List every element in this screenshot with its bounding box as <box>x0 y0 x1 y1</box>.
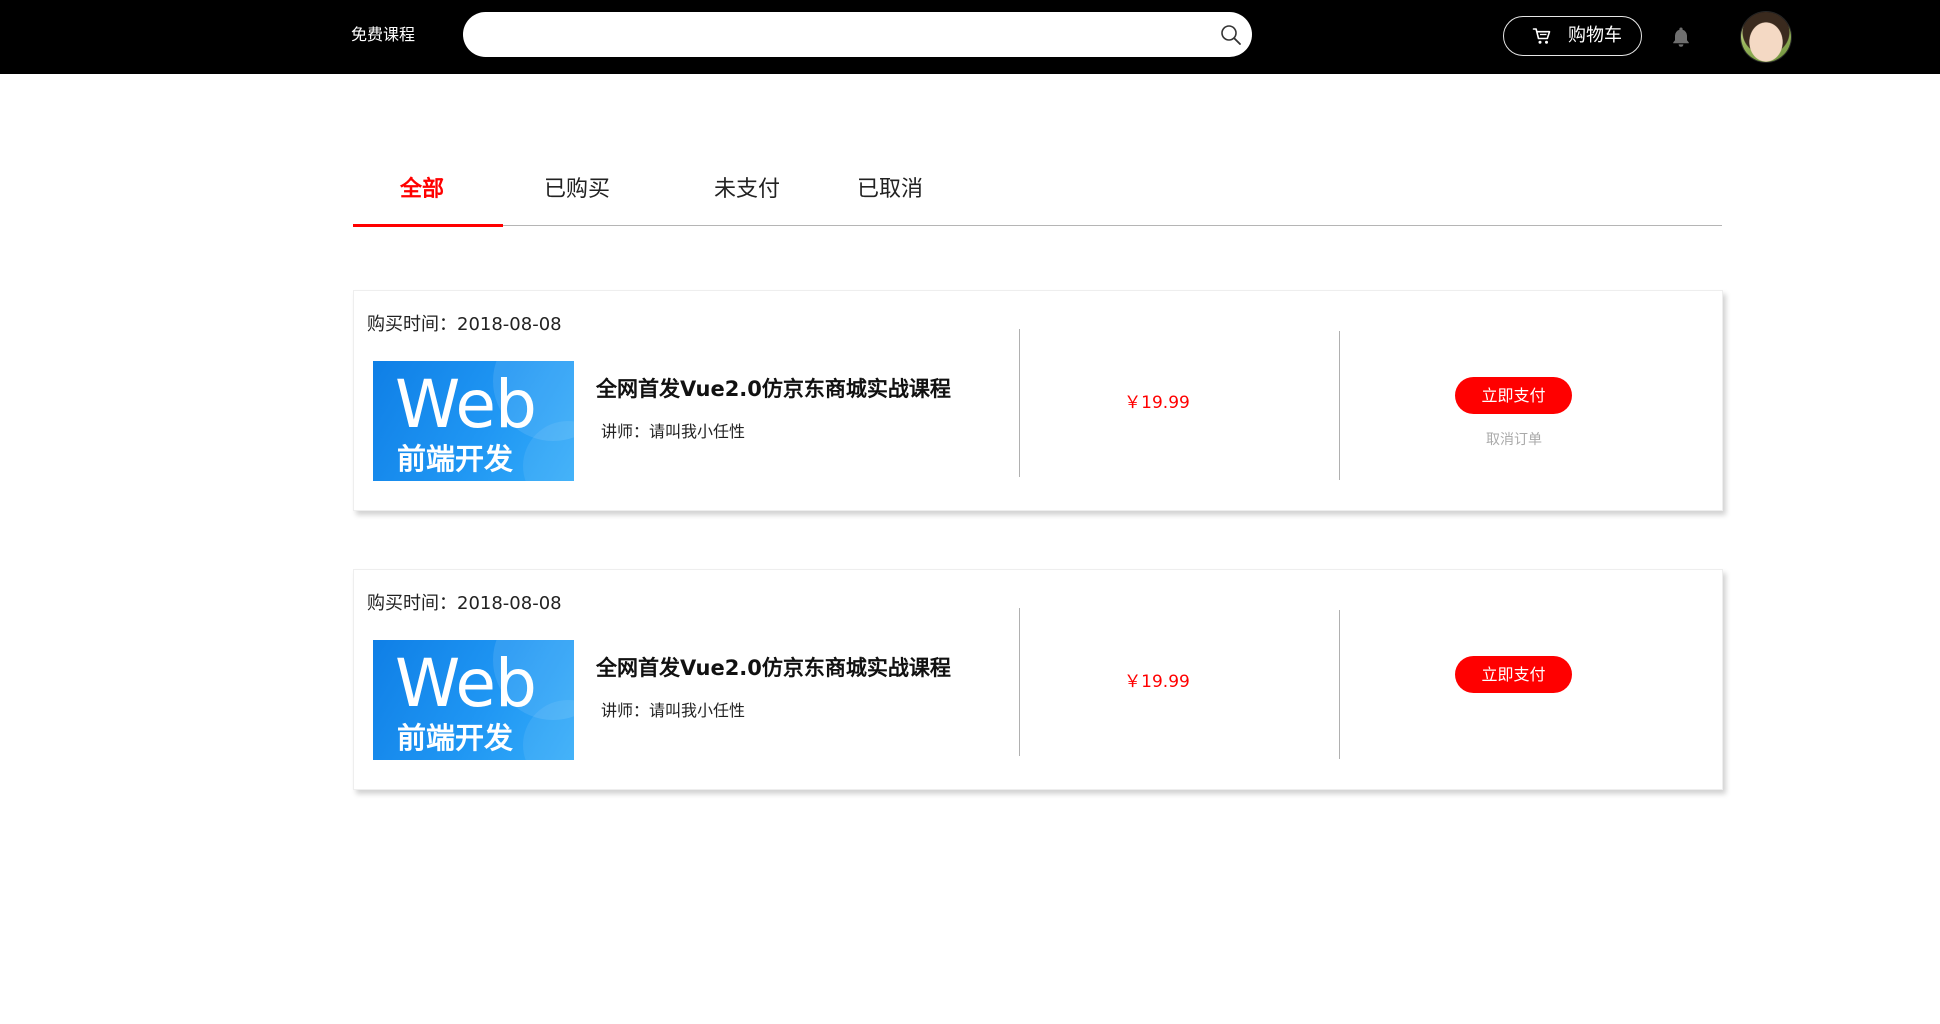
column-divider <box>1019 329 1020 477</box>
pay-now-button[interactable]: 立即支付 <box>1455 377 1572 414</box>
instructor-label: 讲师： <box>601 701 650 720</box>
bell-icon[interactable] <box>1671 26 1691 48</box>
cart-label: 购物车 <box>1568 25 1622 46</box>
course-instructor: 讲师：请叫我小任性 <box>601 701 745 721</box>
instructor-label: 讲师： <box>601 422 650 441</box>
purchase-time-label: 购买时间： <box>367 314 457 335</box>
course-instructor: 讲师：请叫我小任性 <box>601 422 745 442</box>
purchase-time-value: 2018-08-08 <box>457 593 562 614</box>
active-tab-indicator <box>353 224 503 227</box>
instructor-name: 请叫我小任性 <box>649 422 746 441</box>
course-title[interactable]: 全网首发Vue2.0仿京东商城实战课程 <box>596 376 951 402</box>
thumbnail-subtitle: 前端开发 <box>397 442 514 476</box>
course-thumbnail[interactable]: Web 前端开发 <box>373 361 574 481</box>
order-price: ￥19.99 <box>1124 672 1190 692</box>
tab-unpaid[interactable]: 未支付 <box>714 177 780 203</box>
order-price: ￥19.99 <box>1124 393 1190 413</box>
search-input[interactable] <box>485 12 1205 57</box>
tab-divider <box>353 225 1722 226</box>
purchase-time-value: 2018-08-08 <box>457 314 562 335</box>
tab-purchased[interactable]: 已购买 <box>544 177 610 203</box>
cart-button[interactable]: 购物车 <box>1503 16 1642 56</box>
column-divider <box>1339 331 1340 480</box>
purchase-time-label: 购买时间： <box>367 593 457 614</box>
thumbnail-title: Web <box>395 366 537 443</box>
cancel-order-link[interactable]: 取消订单 <box>1454 431 1574 449</box>
tab-all[interactable]: 全部 <box>400 177 444 203</box>
course-title[interactable]: 全网首发Vue2.0仿京东商城实战课程 <box>596 655 951 681</box>
thumbnail-subtitle: 前端开发 <box>397 721 514 755</box>
column-divider <box>1339 610 1340 759</box>
free-courses-link[interactable]: 免费课程 <box>351 25 415 45</box>
instructor-name: 请叫我小任性 <box>649 701 746 720</box>
user-avatar[interactable] <box>1741 12 1791 62</box>
purchase-time: 购买时间：2018-08-08 <box>367 314 562 336</box>
order-card: 购买时间：2018-08-08 Web 前端开发 全网首发Vue2.0仿京东商城… <box>353 290 1723 511</box>
purchase-time: 购买时间：2018-08-08 <box>367 593 562 615</box>
thumbnail-title: Web <box>395 645 537 722</box>
course-thumbnail[interactable]: Web 前端开发 <box>373 640 574 760</box>
pay-now-button[interactable]: 立即支付 <box>1455 656 1572 693</box>
order-card: 购买时间：2018-08-08 Web 前端开发 全网首发Vue2.0仿京东商城… <box>353 569 1723 790</box>
search-icon[interactable] <box>1220 24 1242 46</box>
search-bar[interactable] <box>463 12 1252 57</box>
tab-cancelled[interactable]: 已取消 <box>857 177 923 203</box>
top-nav-bar: 免费课程 购物车 <box>0 0 1940 74</box>
cart-icon <box>1532 28 1551 44</box>
column-divider <box>1019 608 1020 756</box>
